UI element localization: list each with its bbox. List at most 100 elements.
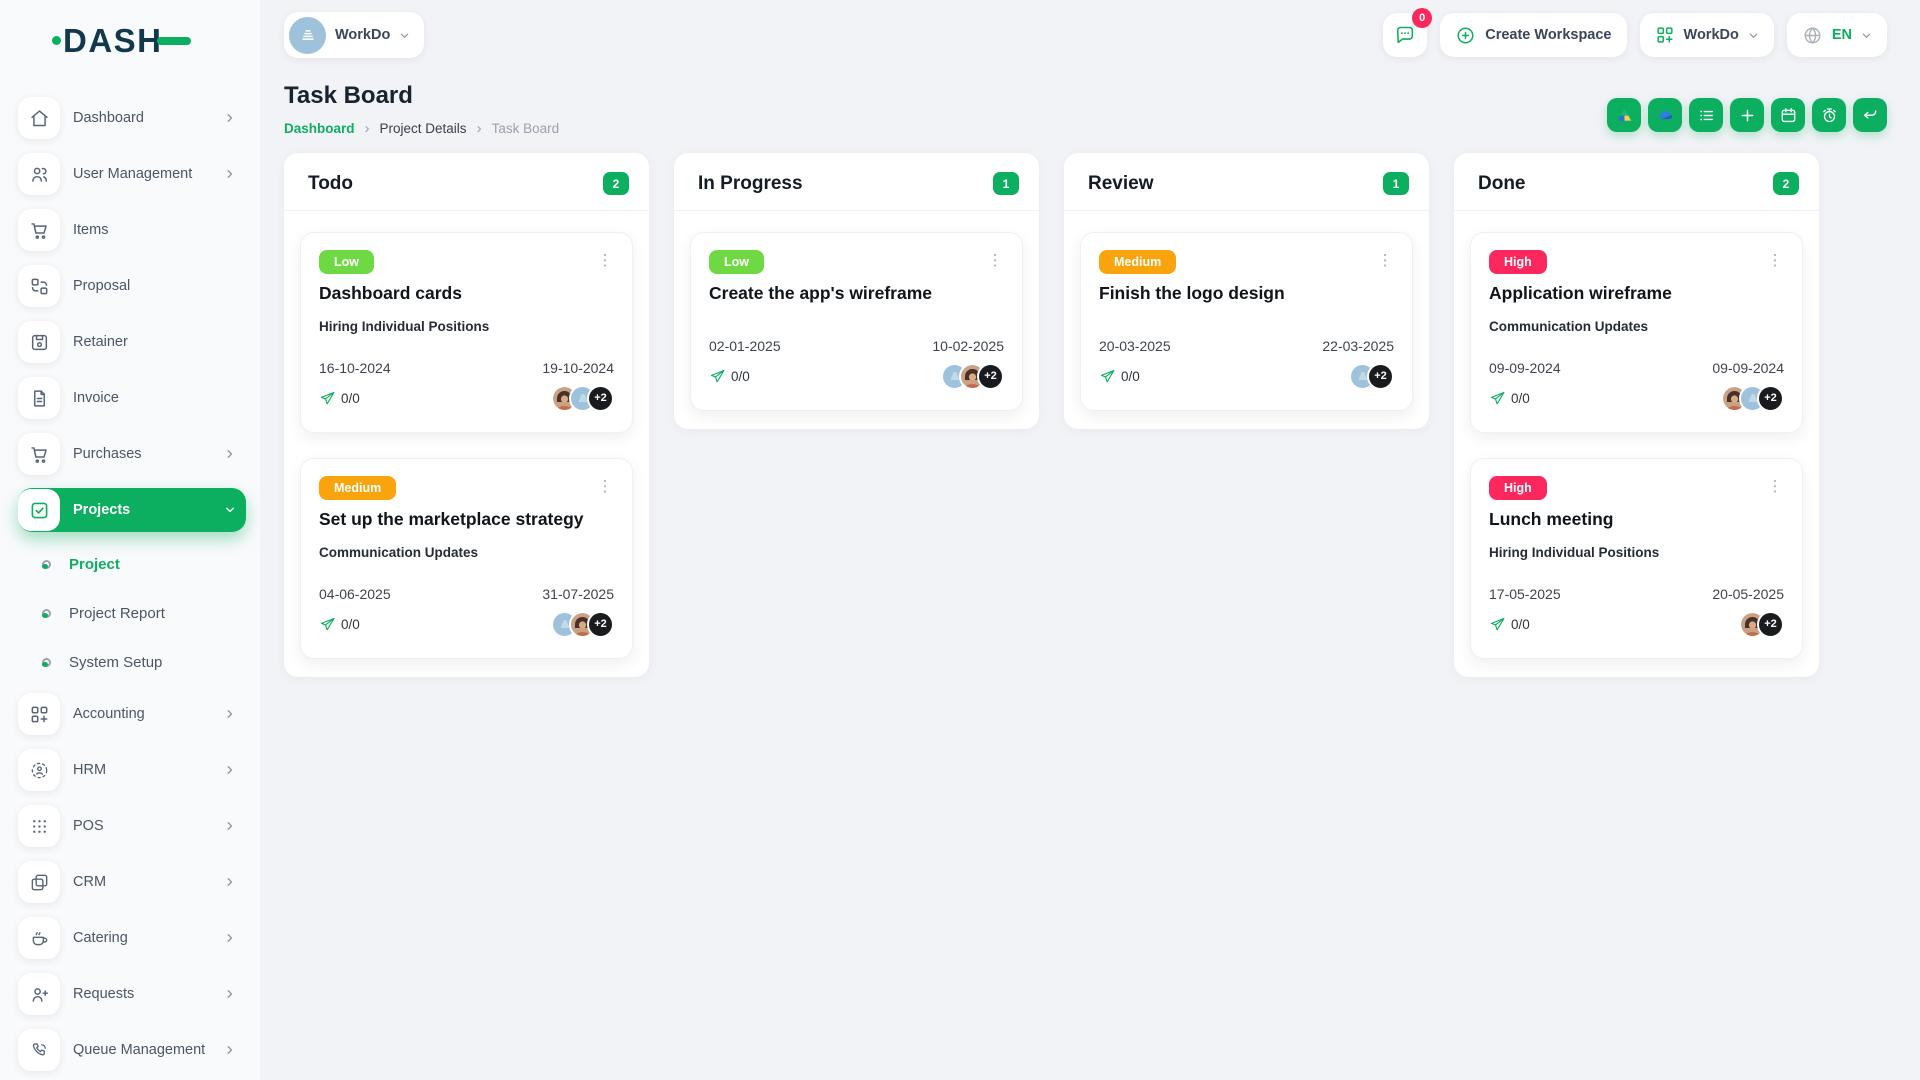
- task-card[interactable]: High Application wireframe Communication…: [1470, 232, 1803, 433]
- extra-members-chip: +2: [1757, 610, 1784, 638]
- priority-badge: Low: [709, 250, 764, 274]
- sidebar-item-invoice[interactable]: Invoice: [18, 376, 246, 420]
- task-card[interactable]: Medium Finish the logo design 20-03-2025…: [1080, 232, 1413, 411]
- submenu-item-project[interactable]: Project: [18, 544, 246, 584]
- avatar-group: +2: [941, 362, 1004, 390]
- sidebar-item-user-management[interactable]: User Management: [18, 152, 246, 196]
- bullet-icon: [42, 608, 51, 618]
- task-progress: 0/0: [1489, 390, 1530, 407]
- kebab-menu-icon[interactable]: [1766, 476, 1784, 498]
- back-button[interactable]: [1853, 98, 1887, 132]
- chevron-right-icon: [224, 820, 236, 832]
- sidebar-item-label: Purchases: [73, 446, 142, 462]
- sidebar-item-purchases[interactable]: Purchases: [18, 432, 246, 476]
- calendar-button[interactable]: [1771, 98, 1805, 132]
- breadcrumb-current: Task Board: [491, 121, 560, 136]
- sidebar-item-catering[interactable]: Catering: [18, 916, 246, 960]
- crm-icon: [18, 861, 60, 903]
- task-title: Lunch meeting: [1489, 509, 1614, 529]
- sidebar-item-crm[interactable]: CRM: [18, 860, 246, 904]
- chevron-right-icon: [224, 448, 236, 460]
- app-logo[interactable]: DASH: [18, 14, 260, 66]
- sidebar-item-proposal[interactable]: Proposal: [18, 264, 246, 308]
- plus-circle-icon: [1457, 26, 1474, 44]
- task-card[interactable]: Medium Set up the marketplace strategy C…: [300, 458, 633, 659]
- chevron-down-icon: [399, 30, 410, 41]
- submenu-item-project-report[interactable]: Project Report: [18, 593, 246, 633]
- task-board: Todo 2 Low Dashboard cards Hiring Indivi…: [284, 153, 1887, 677]
- kebab-menu-icon[interactable]: [986, 250, 1004, 272]
- app-menu-label: WorkDo: [1683, 27, 1739, 43]
- task-milestone: [1099, 319, 1394, 336]
- invoice-icon: [18, 377, 60, 419]
- sidebar-item-label: Queue Management: [73, 1042, 206, 1058]
- cart-icon: [18, 209, 60, 251]
- extra-members-chip: +2: [977, 362, 1004, 390]
- task-card[interactable]: High Lunch meeting Hiring Individual Pos…: [1470, 458, 1803, 659]
- sidebar-item-projects[interactable]: Projects: [18, 488, 246, 532]
- list-view-button[interactable]: [1689, 98, 1723, 132]
- sidebar-item-pos[interactable]: POS: [18, 804, 246, 848]
- task-milestone: Hiring Individual Positions: [1489, 545, 1660, 560]
- sidebar-item-hrm[interactable]: HRM: [18, 748, 246, 792]
- submenu-item-system-setup[interactable]: System Setup: [18, 642, 246, 682]
- sidebar-item-accounting[interactable]: Accounting: [18, 692, 246, 736]
- extra-members-chip: +2: [587, 384, 614, 412]
- proposal-icon: [18, 265, 60, 307]
- onedrive-button[interactable]: [1648, 98, 1682, 132]
- sidebar-item-retainer[interactable]: Retainer: [18, 320, 246, 364]
- timer-button[interactable]: [1812, 98, 1846, 132]
- column-title: Review: [1088, 172, 1154, 194]
- chevron-right-icon: [224, 876, 236, 888]
- priority-badge: High: [1489, 476, 1547, 500]
- messages-button[interactable]: 0: [1383, 8, 1433, 57]
- kebab-menu-icon[interactable]: [596, 250, 614, 272]
- sidebar-item-label: Requests: [73, 986, 135, 1002]
- priority-badge: High: [1489, 250, 1547, 274]
- create-workspace-button[interactable]: Create Workspace: [1440, 13, 1627, 57]
- workspace-selector[interactable]: WorkDo: [284, 12, 425, 58]
- plus-icon: [1741, 109, 1753, 121]
- page-title: Task Board: [284, 82, 413, 109]
- task-card[interactable]: Low Create the app's wireframe 02-01-202…: [690, 232, 1023, 411]
- dots-grid-icon: [18, 805, 60, 847]
- projects-submenu: Project Project Report System Setup: [18, 544, 246, 682]
- chat-icon: [1397, 26, 1414, 44]
- breadcrumb-dashboard[interactable]: Dashboard: [284, 121, 355, 136]
- sidebar-item-label: Catering: [73, 930, 128, 946]
- sidebar-item-label: User Management: [73, 166, 193, 182]
- breadcrumb-separator: ›: [364, 120, 370, 137]
- breadcrumb-project-details[interactable]: Project Details: [380, 121, 467, 136]
- column-title: Done: [1478, 172, 1526, 194]
- priority-badge: Low: [319, 250, 374, 274]
- chevron-right-icon: [224, 504, 236, 516]
- task-title: Create the app's wireframe: [709, 283, 932, 303]
- language-selector[interactable]: EN: [1786, 13, 1887, 57]
- google-drive-button[interactable]: [1607, 98, 1641, 132]
- user-plus-icon: [18, 973, 60, 1015]
- sidebar-item-items[interactable]: Items: [18, 208, 246, 252]
- sidebar-item-queue-management[interactable]: Queue Management: [18, 1028, 246, 1072]
- timer-icon: [1822, 107, 1836, 122]
- sidebar-item-dashboard[interactable]: Dashboard: [18, 96, 246, 140]
- kebab-menu-icon[interactable]: [1376, 250, 1394, 272]
- kebab-menu-icon[interactable]: [596, 476, 614, 498]
- topbar: WorkDo 0 Create Workspace WorkDo EN: [284, 8, 1887, 58]
- add-task-button[interactable]: [1730, 98, 1764, 132]
- task-end-date: 31-07-2025: [542, 586, 614, 602]
- task-progress: 0/0: [709, 368, 750, 385]
- column-title: Todo: [308, 172, 354, 194]
- task-progress: 0/0: [319, 390, 360, 407]
- task-end-date: 10-02-2025: [932, 338, 1004, 354]
- task-title: Set up the marketplace strategy: [319, 509, 584, 529]
- kebab-menu-icon[interactable]: [1766, 250, 1784, 272]
- app-menu-button[interactable]: WorkDo: [1639, 13, 1774, 57]
- avatar-group: +2: [1739, 610, 1784, 638]
- avatar-group: +2: [1721, 384, 1784, 412]
- sidebar-item-label: POS: [73, 818, 104, 834]
- task-card[interactable]: Low Dashboard cards Hiring Individual Po…: [300, 232, 633, 433]
- chevron-right-icon: [224, 932, 236, 944]
- grid-plus-icon: [1656, 27, 1673, 43]
- column-count-badge: 1: [1383, 172, 1409, 195]
- sidebar-item-requests[interactable]: Requests: [18, 972, 246, 1016]
